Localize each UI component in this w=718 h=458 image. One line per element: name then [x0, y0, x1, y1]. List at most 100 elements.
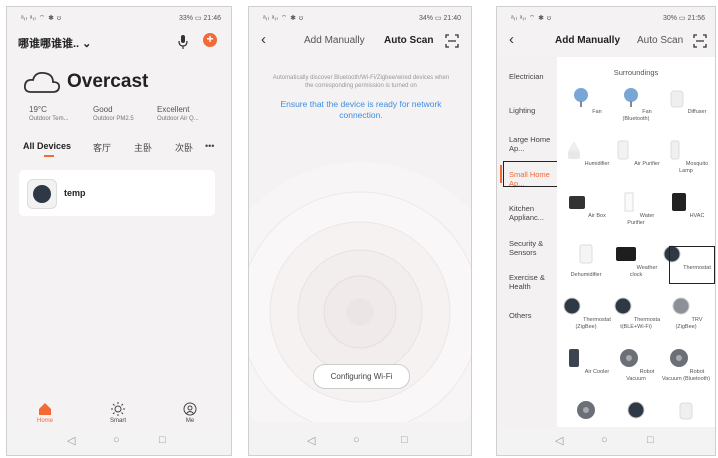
status-bar: ᵃᵢₗ ᵃᵢₗ ⌔ ✱ ʊ 33% ▭ 21:46	[7, 7, 231, 27]
nav-back-icon[interactable]: ◁	[307, 434, 315, 447]
profile-icon	[183, 402, 197, 416]
thermo-icon	[563, 297, 581, 315]
category-kitchen[interactable]: Kitchen Applianc...	[509, 204, 555, 222]
nav-back-icon[interactable]: ◁	[555, 434, 563, 447]
water-icon	[624, 192, 634, 212]
section-title: Surroundings	[613, 68, 659, 77]
device-type-item[interactable]: Diffuser	[661, 87, 711, 116]
device-type-item[interactable]	[561, 399, 611, 428]
device-type-item[interactable]: Air Box	[561, 191, 611, 220]
device-type-item[interactable]: Mosquito Lamp	[661, 139, 711, 175]
nav-recent-icon[interactable]: □	[159, 434, 166, 446]
device-type-label: Water Purifier	[627, 213, 655, 226]
tab-all-devices[interactable]: All Devices	[23, 141, 71, 151]
device-type-item[interactable]: Fan (Bluetooth)	[611, 87, 661, 123]
sun-icon	[111, 402, 125, 416]
category-security[interactable]: Security & Sensors	[509, 239, 555, 257]
device-type-item[interactable]: Weather clock	[611, 243, 661, 279]
nav-recent-icon[interactable]: □	[647, 434, 654, 446]
thermo-icon	[627, 401, 645, 419]
microphone-icon[interactable]	[177, 35, 189, 49]
battery-time: 34% ▭ 21:40	[418, 15, 461, 22]
lamp-icon	[670, 140, 680, 160]
nav-home-icon[interactable]: ○	[113, 434, 120, 446]
device-type-item[interactable]: Humidifier	[561, 139, 611, 168]
device-type-item[interactable]: Air Purifier	[611, 139, 661, 168]
scan-icon[interactable]	[693, 34, 707, 48]
device-type-item[interactable]: Water Purifier	[611, 191, 661, 227]
category-large-home[interactable]: Large Home Ap...	[509, 135, 555, 153]
device-type-label: Weather clock	[629, 265, 658, 278]
home-selector[interactable]: 哪谁哪谁谁.. ⌄	[18, 35, 91, 51]
nav-home-icon[interactable]: ○	[601, 434, 608, 446]
add-device-button[interactable]: +	[203, 33, 217, 47]
device-type-item[interactable]	[661, 399, 711, 428]
add-manually-screen: ᵃᵢₗ ᵃᵢₗ ⌔ ✱ ʊ 30% ▭ 21:56 ‹ Add Manually…	[496, 6, 716, 456]
system-nav-bar: ◁ ○ □	[7, 427, 231, 455]
tab-add-manually[interactable]: Add Manually	[304, 35, 365, 46]
home-screen: ᵃᵢₗ ᵃᵢₗ ⌔ ✱ ʊ 33% ▭ 21:46 哪谁哪谁谁.. ⌄ + Ov…	[6, 6, 232, 456]
tab-auto-scan[interactable]: Auto Scan	[637, 35, 683, 46]
tab-me[interactable]: Me	[172, 402, 208, 424]
device-type-item[interactable]: Robot Vacuum	[611, 347, 661, 383]
device-type-item[interactable]: Dehumidifier	[561, 243, 611, 279]
device-type-label: Diffuser	[687, 109, 707, 115]
configuring-wifi-button[interactable]: Configuring Wi-Fi	[313, 364, 410, 389]
pm25-stat: Good Outdoor PM2.5	[93, 105, 134, 122]
nav-home-icon[interactable]: ○	[353, 434, 360, 446]
back-chevron-icon[interactable]: ‹	[261, 31, 266, 48]
device-type-item[interactable]: Robot Vacuum (Bluetooth)	[661, 347, 711, 383]
vacuum-icon	[669, 349, 688, 367]
category-others[interactable]: Others	[509, 311, 532, 320]
bottom-tab-bar: Home Smart Me	[7, 400, 231, 430]
signal-icons: ᵃᵢₗ ᵃᵢₗ ⌔ ✱ ʊ	[511, 15, 552, 22]
home-icon	[39, 403, 51, 415]
diffuser-icon	[670, 90, 684, 108]
fan-icon	[574, 88, 589, 107]
cloud-icon	[23, 71, 61, 93]
system-nav-bar: ◁ ○ □	[497, 427, 715, 455]
category-electrician[interactable]: Electrician	[509, 72, 544, 81]
ready-instruction: Ensure that the device is ready for netw…	[280, 99, 442, 120]
device-type-label: Fan (Bluetooth)	[622, 109, 652, 122]
device-grid: Surroundings Fan Fan (Bluetooth) Diffuser H…	[557, 57, 715, 429]
tab-home[interactable]: Home	[27, 402, 63, 424]
device-type-item[interactable]: TRV (ZigBee)	[661, 295, 711, 331]
device-name: temp	[64, 188, 86, 198]
temperature-stat: 19°C Outdoor Tem...	[29, 105, 69, 122]
tab-room-2[interactable]: 主卧	[134, 141, 152, 154]
device-type-item[interactable]: Thermosta t(BLE+Wi-Fi)	[611, 295, 661, 331]
selected-category-highlight	[503, 161, 559, 187]
device-type-item[interactable]: HVAC	[661, 191, 711, 220]
tab-room-1[interactable]: 客厅	[93, 141, 111, 154]
diffuser-icon	[679, 402, 693, 420]
back-chevron-icon[interactable]: ‹	[509, 31, 514, 48]
auto-scan-screen: ᵃᵢₗ ᵃᵢₗ ⌔ ✱ ʊ 34% ▭ 21:40 ‹ Add Manually…	[248, 6, 472, 456]
device-type-item[interactable]	[611, 399, 661, 428]
scan-icon[interactable]	[445, 34, 459, 48]
tab-room-3[interactable]: 次卧	[175, 141, 193, 154]
device-type-label: Thermostat (ZigBee)	[575, 317, 611, 330]
vacuum-icon	[619, 349, 638, 367]
device-type-item[interactable]: Air Cooler	[561, 347, 611, 376]
clock-icon	[615, 247, 636, 261]
tab-add-manually[interactable]: Add Manually	[555, 35, 620, 46]
fan-icon	[624, 88, 639, 107]
nav-recent-icon[interactable]: □	[401, 434, 408, 446]
device-type-label: Humidifier	[584, 161, 610, 167]
device-type-label: Robot Vacuum	[626, 369, 655, 382]
category-lighting[interactable]: Lighting	[509, 106, 535, 115]
nav-back-icon[interactable]: ◁	[67, 434, 75, 447]
weather-condition: Overcast	[67, 71, 149, 92]
device-type-item[interactable]: Fan	[561, 87, 611, 116]
device-type-item[interactable]: Thermostat (ZigBee)	[561, 295, 611, 331]
tab-smart[interactable]: Smart	[100, 402, 136, 424]
battery-time: 30% ▭ 21:56	[662, 15, 705, 22]
device-type-label: TRV (ZigBee)	[675, 317, 703, 330]
tab-auto-scan[interactable]: Auto Scan	[384, 35, 433, 46]
device-card[interactable]: temp	[19, 170, 215, 216]
system-nav-bar: ◁ ○ □	[249, 427, 471, 455]
category-exercise[interactable]: Exercise & Health	[509, 273, 555, 291]
more-icon[interactable]: •••	[205, 141, 214, 151]
device-type-label: Air Box	[588, 213, 606, 219]
